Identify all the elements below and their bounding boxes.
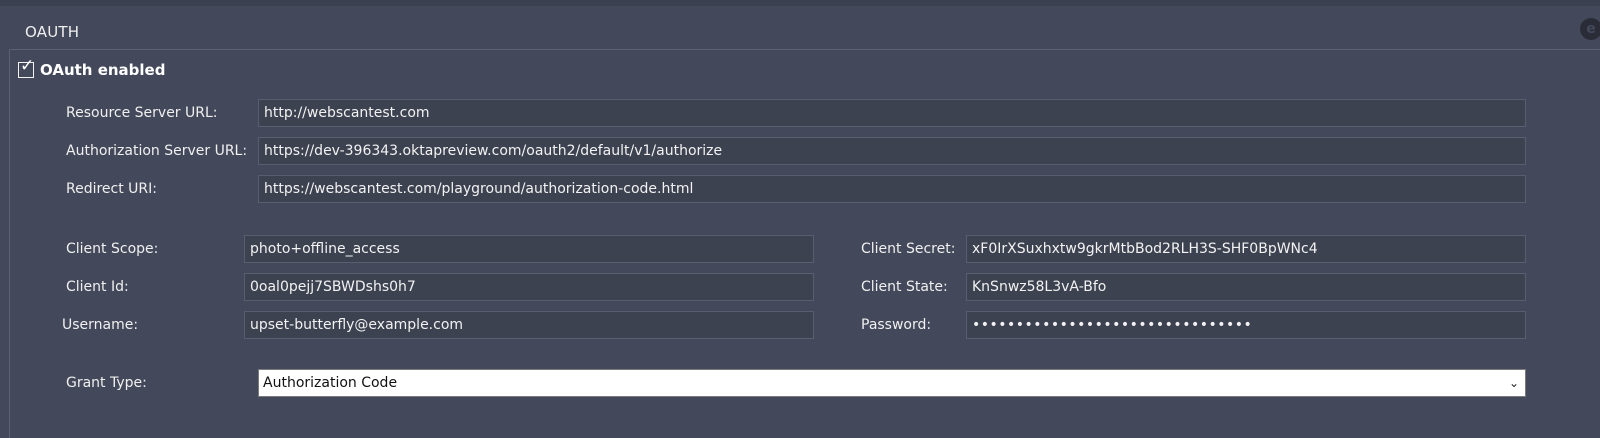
panel-corner-icon[interactable]: e xyxy=(1580,18,1600,40)
checkmark-icon: ✓ xyxy=(20,56,35,76)
client-state-input[interactable]: KnSnwz58L3vA-Bfo xyxy=(966,273,1526,301)
redirect-uri-input[interactable]: https://webscantest.com/playground/autho… xyxy=(258,175,1526,203)
grant-type-select[interactable]: Authorization Code ⌄ xyxy=(258,369,1526,397)
username-label: Username: xyxy=(62,317,139,333)
panel-title: OAUTH xyxy=(25,23,80,41)
client-scope-input[interactable]: photo+offline_access xyxy=(244,235,814,263)
password-input[interactable]: •••••••••••••••••••••••••••••••• xyxy=(966,311,1526,339)
grant-type-label: Grant Type: xyxy=(66,375,147,391)
client-id-input[interactable]: 0oal0pejj7SBWDshs0h7 xyxy=(244,273,814,301)
client-scope-label: Client Scope: xyxy=(66,241,159,257)
client-secret-input[interactable]: xF0IrXSuxhxtw9gkrMtbBod2RLH3S-SHF0BpWNc4 xyxy=(966,235,1526,263)
oauth-enabled-label: OAuth enabled xyxy=(40,61,166,79)
oauth-enabled-checkbox-row[interactable]: ✓ OAuth enabled xyxy=(18,56,166,80)
oauth-enabled-checkbox[interactable]: ✓ xyxy=(18,56,34,78)
resource-server-url-label: Resource Server URL: xyxy=(66,105,218,121)
chevron-down-icon[interactable]: ⌄ xyxy=(1509,370,1519,396)
panel-left-border xyxy=(9,50,10,438)
authorization-server-url-label: Authorization Server URL: xyxy=(66,143,248,159)
password-label: Password: xyxy=(861,317,932,333)
username-input[interactable]: upset-butterfly@example.com xyxy=(244,311,814,339)
authorization-server-url-input[interactable]: https://dev-396343.oktapreview.com/oauth… xyxy=(258,137,1526,165)
redirect-uri-label: Redirect URI: xyxy=(66,181,158,197)
client-secret-label: Client Secret: xyxy=(861,241,956,257)
grant-type-selected-value: Authorization Code xyxy=(263,375,398,391)
client-state-label: Client State: xyxy=(861,279,948,295)
resource-server-url-input[interactable]: http://webscantest.com xyxy=(258,99,1526,127)
panel-header: OAUTH xyxy=(9,14,1600,50)
client-id-label: Client Id: xyxy=(66,279,129,295)
top-strip xyxy=(0,0,1600,6)
